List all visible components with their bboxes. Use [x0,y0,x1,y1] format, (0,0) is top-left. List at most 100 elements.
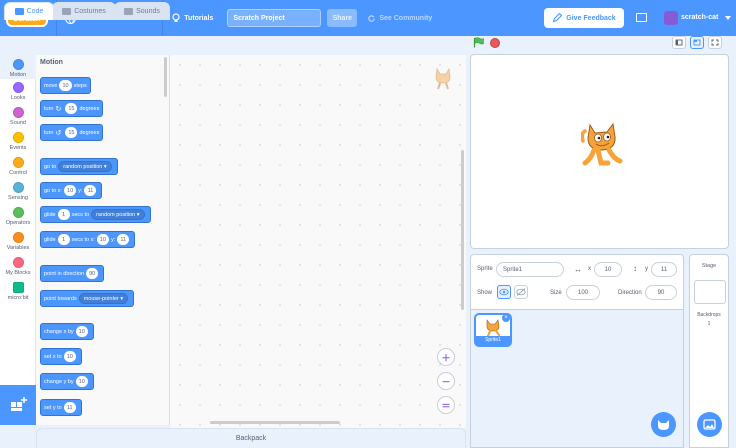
y-label: y [645,266,648,272]
rotate-right-icon: ↻ [55,105,62,113]
direction-input[interactable]: 90 [645,285,677,300]
sprite-name-input[interactable]: Sprite1 [496,262,564,277]
give-feedback-button[interactable]: Give Feedback [544,8,624,28]
block-change-y[interactable]: change y by 10 [40,373,94,390]
zoom-reset-button[interactable]: ＝ [437,396,455,414]
fullscreen-button[interactable] [708,36,722,49]
category-label: Sound [10,120,26,126]
small-stage-button[interactable] [672,36,686,49]
block-input[interactable]: 10 [64,185,77,196]
category-variables[interactable]: Variables [0,232,36,251]
block-set-x[interactable]: set x to 10 [40,348,82,365]
block-input[interactable]: 1 [57,234,70,245]
add-sprite-button[interactable] [651,412,676,437]
tab-code[interactable]: Code [4,2,54,20]
workspace-horizontal-scrollbar[interactable] [210,421,340,424]
zoom-in-button[interactable]: ＋ [437,348,455,366]
sprite-name-label: Sprite [477,266,493,272]
stage-canvas[interactable] [470,54,729,249]
category-sound[interactable]: Sound [0,107,36,126]
hide-sprite-button[interactable] [514,285,528,299]
block-set-y[interactable]: set y to 11 [40,399,82,416]
block-input[interactable]: 10 [75,376,88,387]
category-events[interactable]: Events [0,132,36,151]
category-sensing[interactable]: Sensing [0,182,36,201]
block-input[interactable]: 10 [59,80,72,91]
block-input[interactable]: 90 [86,268,99,279]
category-operators[interactable]: Operators [0,207,36,226]
x-input[interactable]: 10 [594,262,622,277]
block-dropdown[interactable]: random position ▾ [58,161,112,172]
block-move-steps[interactable]: move 10 steps [40,77,91,94]
block-input[interactable]: 15 [65,127,78,138]
tab-sounds-label: Sounds [136,8,160,15]
tab-code-label: Code [26,8,44,15]
see-community-label: See Community [379,14,433,22]
block-point-direction[interactable]: point in direction 90 [40,265,105,282]
delete-sprite-icon[interactable]: × [502,314,510,322]
block-glide-xy[interactable]: glide 1 secs to x: 10 y: 11 [40,231,136,248]
block-dropdown[interactable]: mouse-pointer ▾ [78,293,129,304]
category-control[interactable]: Control [0,157,36,176]
username[interactable]: scratch-cat [681,14,718,21]
tab-sounds[interactable]: Sounds [114,2,170,20]
category-dot [12,207,24,218]
block-text: set y to [44,404,62,411]
script-workspace[interactable] [170,55,466,428]
block-input[interactable]: 11 [84,185,97,196]
block-go-to[interactable]: go to random position ▾ [40,158,118,175]
block-input[interactable]: 11 [117,234,130,245]
workspace-vertical-scrollbar[interactable] [461,150,464,310]
block-go-to-xy[interactable]: go to x: 10 y: 11 [40,182,103,199]
block-text: change y by [44,378,74,385]
project-title-input[interactable]: Scratch Project [227,9,322,27]
flyout-section-title: Motion [40,59,63,66]
sprite-watermark-icon [435,67,451,90]
tutorials-label: Tutorials [184,14,214,22]
add-backdrop-button[interactable] [697,412,722,437]
block-input[interactable]: 1 [57,209,70,220]
block-input[interactable]: 15 [65,103,78,114]
stage-thumbnail[interactable] [694,280,726,304]
zoom-out-button[interactable]: － [437,372,455,390]
share-button[interactable]: Share [327,9,358,27]
block-input[interactable]: 10 [75,326,88,337]
block-dropdown[interactable]: random position ▾ [91,209,145,220]
chevron-down-icon[interactable] [725,16,731,20]
pencil-icon [552,13,563,23]
block-point-towards[interactable]: point towards mouse-pointer ▾ [40,290,135,307]
sprite-tile-name: Sprite1 [476,336,510,345]
block-turn-left[interactable]: turn ↺ 15 degrees [40,124,104,141]
size-input[interactable]: 100 [566,285,600,300]
block-change-x[interactable]: change x by 10 [40,323,94,340]
show-label: Show [477,290,493,296]
green-flag-icon[interactable] [473,37,484,48]
avatar[interactable] [664,11,678,25]
block-input[interactable]: 11 [63,402,76,413]
block-input[interactable]: 10 [63,351,76,362]
backpack-panel[interactable]: Backpack [36,428,466,448]
stop-icon[interactable] [490,38,500,48]
category-label: My Blocks [5,270,31,276]
category-my-blocks[interactable]: My Blocks [0,257,36,276]
tutorials-button[interactable]: Tutorials [171,13,213,23]
category-looks[interactable]: Looks [0,82,36,101]
large-stage-button[interactable] [690,36,704,49]
category-label: micro:bit [7,295,29,301]
add-extension-button[interactable] [0,385,36,425]
tab-costumes[interactable]: Costumes [52,2,116,20]
flyout-scrollbar[interactable] [164,57,167,97]
category-microbit[interactable]: micro:bit [0,282,36,301]
see-community-button[interactable]: See Community [367,14,432,23]
block-turn-right[interactable]: turn ↻ 15 degrees [40,100,104,117]
my-stuff-folder-icon[interactable] [636,13,647,22]
block-text: turn [44,105,54,112]
category-motion[interactable]: Motion [0,55,36,79]
dropdown-value: mouse-pointer [83,295,119,302]
block-text: degrees [79,105,100,112]
category-label: Looks [10,95,26,101]
block-input[interactable]: 10 [96,234,109,245]
y-input[interactable]: 11 [651,262,677,277]
show-sprite-button[interactable] [497,285,511,299]
block-glide-to[interactable]: glide 1 secs to random position ▾ [40,206,151,223]
